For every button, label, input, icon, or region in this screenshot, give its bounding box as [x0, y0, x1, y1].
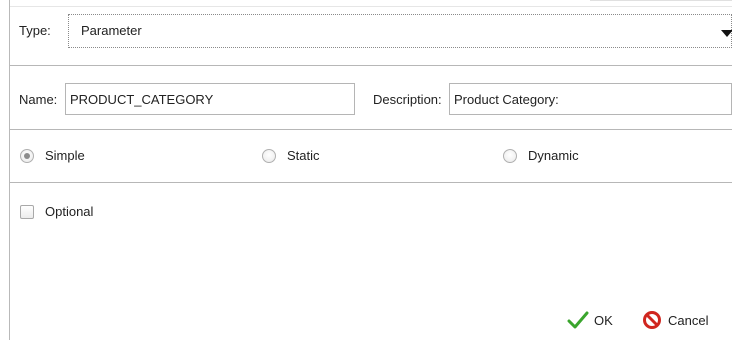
cancel-icon: [643, 311, 661, 329]
type-select-value: Parameter: [81, 23, 142, 38]
optional-checkbox[interactable]: [20, 205, 34, 219]
type-label: Type:: [19, 23, 51, 38]
name-label: Name:: [19, 92, 58, 107]
top-tab-edge: [590, 0, 732, 7]
description-label: Description:: [373, 92, 442, 107]
cancel-button[interactable]: Cancel: [641, 310, 708, 330]
radio-dynamic[interactable]: [503, 149, 517, 163]
radio-simple-label[interactable]: Simple: [45, 148, 85, 164]
type-select[interactable]: Parameter: [68, 14, 732, 48]
name-input[interactable]: PRODUCT_CATEGORY: [65, 83, 355, 115]
separator-1: [10, 65, 732, 66]
cancel-button-label: Cancel: [668, 312, 709, 328]
name-input-value: PRODUCT_CATEGORY: [70, 92, 214, 107]
separator-2: [10, 129, 732, 130]
radio-simple[interactable]: [20, 149, 34, 163]
dialog-left-border: [9, 0, 10, 340]
separator-3: [10, 182, 732, 183]
radio-dynamic-label[interactable]: Dynamic: [528, 148, 579, 164]
checkmark-icon: [567, 311, 589, 329]
radio-static[interactable]: [262, 149, 276, 163]
description-input-value: Product Category:: [454, 92, 559, 107]
dropdown-arrow-icon[interactable]: [721, 30, 732, 37]
optional-label[interactable]: Optional: [45, 204, 93, 220]
radio-static-label[interactable]: Static: [287, 148, 320, 164]
ok-button[interactable]: OK: [567, 311, 613, 329]
ok-button-label: OK: [594, 312, 613, 328]
description-input[interactable]: Product Category:: [449, 83, 732, 115]
